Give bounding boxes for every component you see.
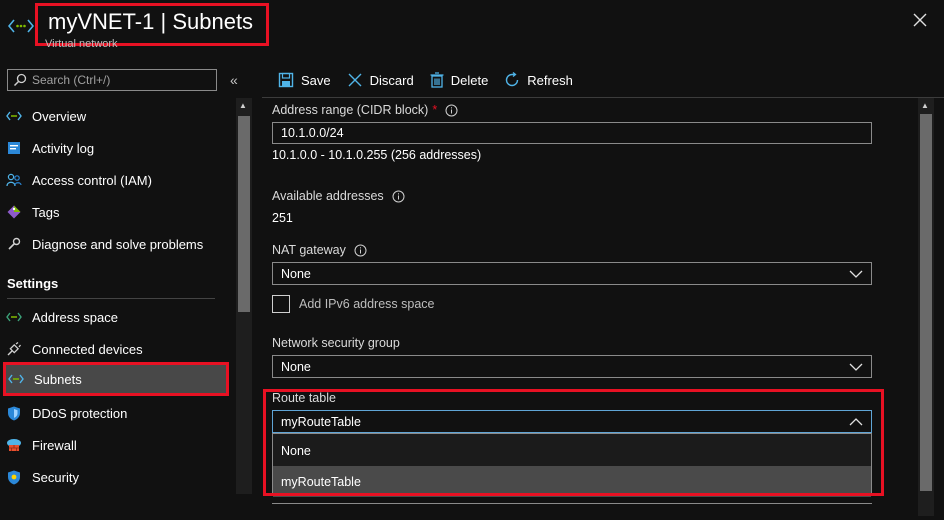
tag-icon: [6, 204, 22, 220]
sidebar-item-label: Overview: [32, 108, 87, 124]
virtual-network-icon: [7, 17, 35, 40]
plug-icon: [6, 341, 22, 357]
address-range-label: Address range (CIDR block) *: [272, 103, 458, 117]
discard-icon: [348, 73, 362, 87]
wrench-icon: [6, 236, 22, 252]
sidebar-section-settings: Settings: [7, 276, 59, 291]
info-icon[interactable]: [392, 190, 405, 203]
sidebar-item-label: Firewall: [32, 437, 77, 453]
blade-header: myVNET-1 | Subnets Virtual network: [0, 0, 944, 60]
ipv6-checkbox-row[interactable]: Add IPv6 address space: [272, 295, 435, 313]
nsg-select[interactable]: None: [272, 355, 872, 378]
discard-label: Discard: [369, 72, 414, 88]
shield-icon: [6, 405, 22, 421]
overview-icon: [6, 108, 22, 124]
sidebar-item-label: Tags: [32, 204, 60, 220]
close-icon[interactable]: [912, 12, 928, 33]
sidebar-item-access-control[interactable]: Access control (IAM): [0, 165, 232, 195]
sidebar-item-address-space[interactable]: Address space: [0, 302, 232, 332]
chevron-down-icon: [849, 363, 863, 371]
discard-button[interactable]: Discard: [347, 72, 414, 88]
refresh-label: Refresh: [527, 72, 573, 88]
sidebar-item-activity-log[interactable]: Activity log: [0, 133, 232, 163]
section-name: Subnets: [172, 9, 254, 34]
sidebar-item-label: Diagnose and solve problems: [32, 236, 204, 252]
sidebar-item-label: Access control (IAM): [32, 172, 152, 188]
sidebar-item-connected-devices[interactable]: Connected devices: [0, 334, 232, 364]
sidebar-item-label: Address space: [32, 309, 118, 325]
ipv6-label: Add IPv6 address space: [299, 297, 435, 311]
content-scroll-thumb[interactable]: [920, 114, 932, 491]
sidebar-divider: [7, 298, 215, 299]
page-title: myVNET-1 | Subnets: [48, 9, 253, 35]
address-range-input[interactable]: [272, 122, 872, 144]
refresh-button[interactable]: Refresh: [504, 72, 573, 88]
access-control-icon: [6, 172, 22, 188]
refresh-icon: [506, 72, 519, 87]
route-table-highlight-box: [263, 389, 884, 496]
delete-icon: [430, 72, 444, 88]
sidebar-scroll-thumb[interactable]: [238, 116, 250, 312]
save-button[interactable]: Save: [278, 72, 331, 88]
scroll-up-arrow-icon[interactable]: ▲: [921, 101, 929, 110]
search-input[interactable]: [32, 72, 212, 88]
sidebar-item-tags[interactable]: Tags: [0, 197, 232, 227]
firewall-icon: [6, 437, 22, 453]
available-addresses-label: Available addresses: [272, 189, 405, 203]
sidebar-item-label: DDoS protection: [32, 405, 128, 421]
scroll-up-arrow-icon[interactable]: ▲: [239, 101, 247, 110]
resource-type: Virtual network: [45, 38, 118, 50]
command-bar: Save Discard Delete Refresh: [278, 68, 589, 92]
sidebar-item-label: Subnets: [34, 371, 82, 387]
activity-log-icon: [6, 140, 22, 156]
nat-gateway-select[interactable]: None: [272, 262, 872, 285]
nat-gateway-label: NAT gateway: [272, 243, 367, 257]
next-field-edge: [272, 503, 872, 504]
chevron-down-icon: [849, 270, 863, 278]
address-space-icon: [6, 309, 22, 325]
toolbar-divider: [262, 97, 944, 98]
sidebar-item-label: Activity log: [32, 140, 95, 156]
sidebar-item-subnets[interactable]: Subnets: [3, 362, 229, 396]
subnet-icon: [8, 371, 24, 387]
info-icon[interactable]: [354, 244, 367, 257]
sidebar-scrollbar[interactable]: ▲: [236, 98, 252, 494]
sidebar-item-diagnose[interactable]: Diagnose and solve problems: [0, 229, 232, 259]
save-icon: [278, 72, 294, 88]
resource-name: myVNET-1: [48, 9, 155, 34]
nat-gateway-value: None: [281, 267, 311, 281]
delete-button[interactable]: Delete: [430, 72, 489, 88]
required-marker: *: [432, 103, 438, 117]
content-scrollbar[interactable]: ▲: [918, 98, 934, 516]
sidebar-item-label: Security: [32, 469, 79, 485]
address-range-hint: 10.1.0.0 - 10.1.0.255 (256 addresses): [272, 148, 482, 162]
sidebar-item-label: Connected devices: [32, 341, 143, 357]
save-label: Save: [301, 72, 331, 88]
collapse-sidebar-icon[interactable]: «: [230, 72, 238, 88]
sidebar-item-security[interactable]: Security: [0, 462, 232, 492]
info-icon[interactable]: [445, 104, 458, 117]
sidebar-item-overview[interactable]: Overview: [0, 101, 232, 131]
nsg-label: Network security group: [272, 336, 400, 350]
sidebar-search[interactable]: [7, 69, 217, 91]
ipv6-checkbox[interactable]: [272, 295, 290, 313]
available-addresses-value: 251: [272, 211, 293, 225]
delete-label: Delete: [450, 72, 489, 88]
sidebar-item-ddos-protection[interactable]: DDoS protection: [0, 398, 232, 428]
search-icon: [13, 73, 27, 92]
title-separator: |: [160, 9, 167, 34]
security-shield-icon: [6, 469, 22, 485]
nsg-value: None: [281, 360, 311, 374]
sidebar-item-firewall[interactable]: Firewall: [0, 430, 232, 460]
